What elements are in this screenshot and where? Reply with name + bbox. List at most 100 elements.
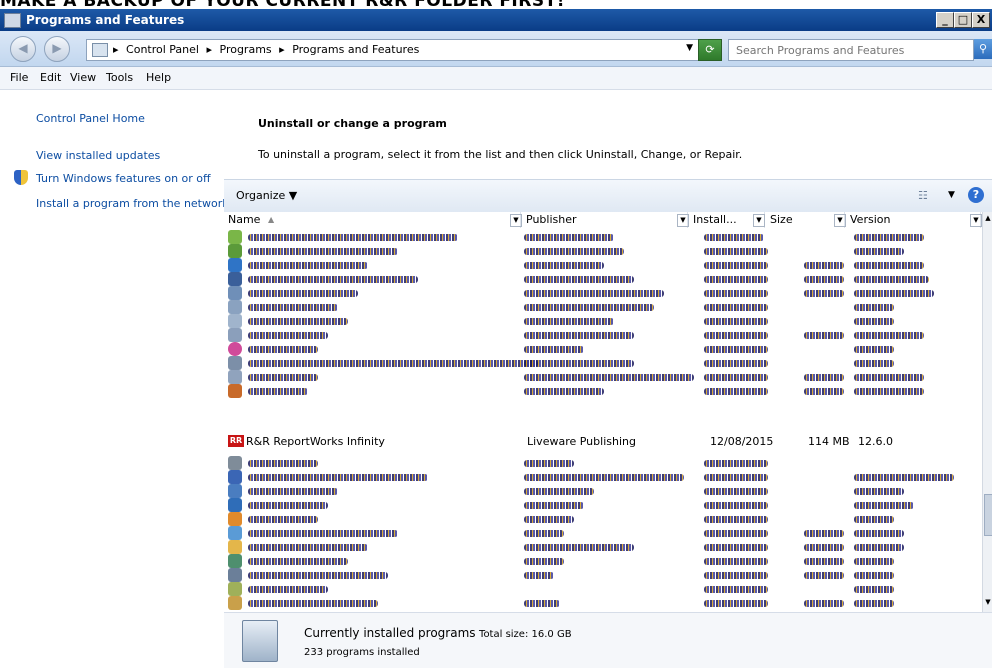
table-row[interactable] [224,342,982,356]
forward-button[interactable]: ▶ [44,36,70,62]
breadcrumb-control-panel[interactable]: Control Panel [126,43,199,56]
search-field[interactable] [728,39,974,61]
table-row[interactable] [224,286,982,300]
menu-file[interactable]: File [10,71,28,84]
table-row[interactable] [224,596,982,610]
table-row[interactable] [224,300,982,314]
table-row[interactable] [224,540,982,554]
obscured-text [248,304,338,311]
obscured-text [524,234,614,241]
table-row[interactable] [224,554,982,568]
obscured-text [524,474,684,481]
forward-arrow-icon: ▶ [52,41,62,55]
back-button[interactable]: ◀ [10,36,36,62]
table-row[interactable] [224,568,982,582]
views-icon[interactable]: ☷ [918,189,932,202]
obscured-text [854,488,904,495]
obscured-text [704,388,768,395]
obscured-text [854,572,894,579]
sidebar-install-from-network[interactable]: Install a program from the network [36,197,229,210]
page-heading: MAKE A BACKUP OF YOUR CURRENT R&R FOLDER… [0,0,992,9]
program-icon [228,512,242,526]
breadcrumb-programs[interactable]: Programs [220,43,272,56]
obscured-text [704,304,768,311]
sidebar-windows-features[interactable]: Turn Windows features on or off [36,172,211,185]
search-input[interactable] [734,42,968,59]
chevron-down-icon: ▼ [288,189,298,202]
address-bar: ◀ ▶ ▸ Control Panel ▸ Programs ▸ Program… [0,31,992,67]
sidebar-view-installed-updates[interactable]: View installed updates [36,149,160,162]
program-icon [228,356,242,370]
table-row[interactable] [224,230,982,244]
address-field[interactable]: ▸ Control Panel ▸ Programs ▸ Programs an… [86,39,700,61]
obscured-text [704,558,768,565]
table-row[interactable] [224,456,982,470]
column-version[interactable]: Version ▼ [844,212,982,228]
obscured-text [804,290,844,297]
obscured-text [704,488,768,495]
breadcrumb-programs-and-features[interactable]: Programs and Features [292,43,419,56]
program-icon [228,230,242,244]
table-row-rr-reportworks[interactable]: RR R&R ReportWorks Infinity Liveware Pub… [224,434,982,449]
table-row[interactable] [224,484,982,498]
scroll-up-icon[interactable]: ▲ [983,214,992,222]
control-panel-icon [4,13,21,28]
search-button[interactable]: ⚲ [974,39,992,59]
table-row[interactable] [224,582,982,596]
minimize-button[interactable]: _ [936,12,954,28]
address-history-dropdown-icon[interactable]: ▼ [686,43,693,53]
help-icon[interactable]: ? [968,187,984,203]
table-row[interactable] [224,272,982,286]
program-count-label: 233 programs installed [304,647,420,658]
details-pane: Currently installed programs Total size:… [224,612,992,668]
obscured-text [248,460,318,467]
scroll-down-icon[interactable]: ▼ [983,598,992,606]
table-row[interactable] [224,498,982,512]
menu-edit[interactable]: Edit [40,71,61,84]
obscured-text [854,248,904,255]
obscured-text [248,586,328,593]
obscured-text [248,558,348,565]
maximize-button[interactable]: □ [954,12,972,28]
table-row[interactable] [224,512,982,526]
obscured-text [524,516,574,523]
column-header-row: Name ▲ ▼ Publisher ▼ Install... ▼ Size ▼… [224,212,992,229]
table-row[interactable] [224,526,982,540]
obscured-text [704,516,768,523]
obscured-text [854,290,934,297]
table-row[interactable] [224,470,982,484]
page-title: Uninstall or change a program [258,117,447,130]
sidebar-control-panel-home[interactable]: Control Panel Home [36,112,145,125]
column-publisher[interactable]: Publisher ▼ [520,212,689,228]
table-row[interactable] [224,314,982,328]
scroll-thumb[interactable] [984,494,992,536]
views-dropdown-icon[interactable]: ▼ [948,190,955,200]
column-filter-icon[interactable]: ▼ [970,214,982,227]
table-row[interactable] [224,370,982,384]
refresh-button[interactable]: ⟳ [698,39,722,61]
column-installed-on[interactable]: Install... ▼ [687,212,765,228]
back-arrow-icon: ◀ [18,41,28,55]
program-icon [228,300,242,314]
menu-tools[interactable]: Tools [106,71,133,84]
table-row[interactable] [224,356,982,370]
table-row[interactable] [224,384,982,398]
obscured-text [854,530,904,537]
close-button[interactable]: X [972,12,990,28]
table-row[interactable] [224,258,982,272]
organize-button[interactable]: Organize ▼ [236,189,297,202]
menu-help[interactable]: Help [146,71,171,84]
column-name[interactable]: Name ▲ ▼ [224,212,522,228]
column-size-label: Size [770,213,793,226]
table-row[interactable] [224,328,982,342]
menu-view[interactable]: View [70,71,96,84]
obscured-text [248,502,328,509]
obscured-text [804,276,844,283]
column-name-label: Name [228,213,261,226]
vertical-scrollbar[interactable]: ▲ ▼ [982,212,992,612]
program-list[interactable]: RR R&R ReportWorks Infinity Liveware Pub… [224,228,982,612]
table-row[interactable] [224,244,982,258]
column-size[interactable]: Size ▼ [764,212,846,228]
obscured-text [704,262,768,269]
program-icon [228,526,242,540]
